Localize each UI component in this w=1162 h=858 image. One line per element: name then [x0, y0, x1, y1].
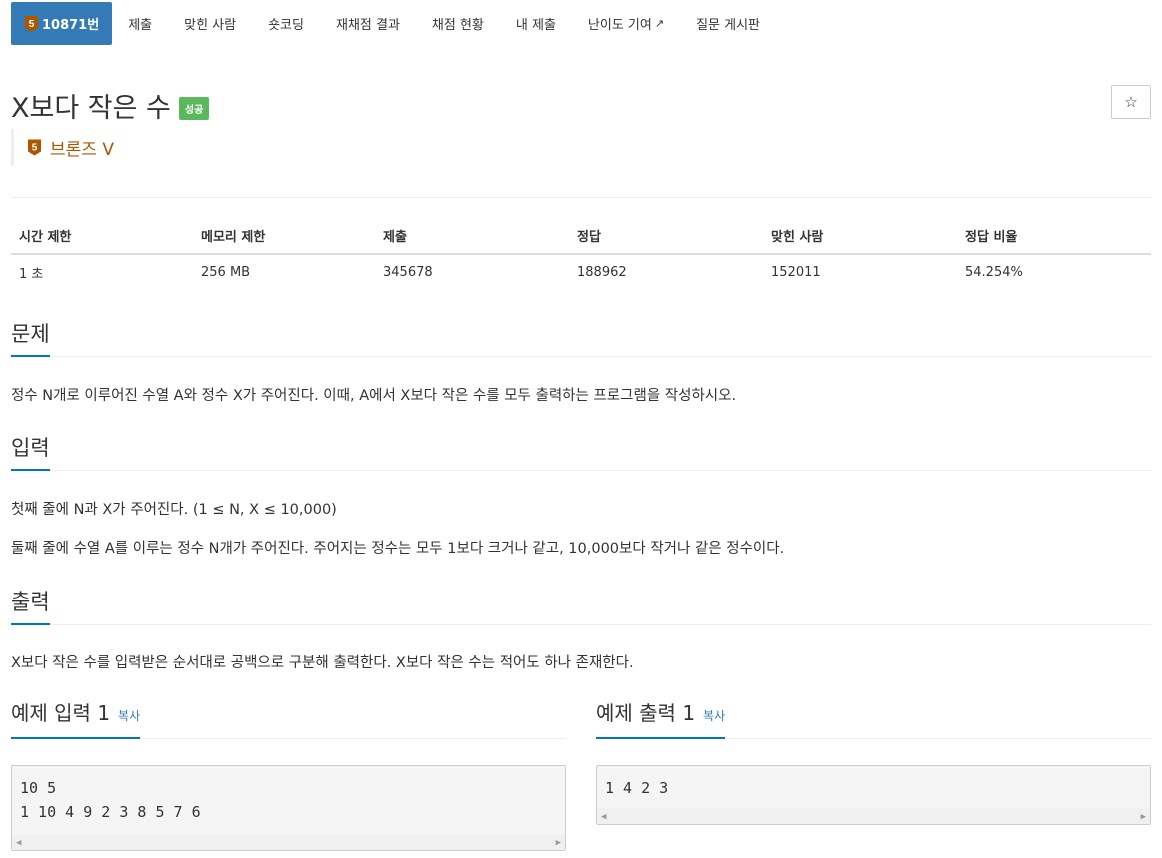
tab-problem[interactable]: 5 10871번: [11, 2, 113, 45]
divider: [11, 197, 1151, 198]
problem-info-table: 시간 제한 메모리 제한 제출 정답 맞힌 사람 정답 비율 1 초 256 M…: [11, 218, 1151, 290]
output-section: 출력 X보다 작은 수를 입력받은 순서대로 공백으로 구분해 출력한다. X보…: [11, 587, 1151, 673]
header-accepted: 정답: [569, 218, 763, 255]
description-text: 정수 N개로 이루어진 수열 A와 정수 X가 주어진다. 이때, A에서 X보…: [11, 388, 737, 404]
copy-button[interactable]: 복사: [703, 709, 725, 723]
scroll-left-icon[interactable]: ◀: [601, 812, 606, 822]
section-title: 출력: [11, 587, 50, 625]
star-button[interactable]: ☆: [1111, 85, 1151, 119]
tab-short-coding[interactable]: 숏코딩: [252, 2, 320, 45]
tab-label: 채점 현황: [431, 18, 484, 33]
tab-solved-users[interactable]: 맞힌 사람: [168, 2, 252, 45]
horizontal-scrollbar[interactable]: ◀ ▶: [12, 834, 565, 850]
section-header: 출력: [11, 587, 1151, 625]
sample-output-section: 예제 출력 1 복사 1 4 2 3 ◀ ▶: [596, 701, 1151, 826]
output-text: X보다 작은 수를 입력받은 순서대로 공백으로 구분해 출력한다. X보다 작…: [11, 655, 634, 671]
header-accept-ratio: 정답 비율: [957, 218, 1151, 255]
section-header: 예제 입력 1 복사: [11, 701, 566, 739]
tab-judge-status[interactable]: 채점 현황: [416, 2, 500, 45]
sample-input-section: 예제 입력 1 복사 10 5 1 10 4 9 2 3 8 5 7 6 ◀ ▶: [11, 701, 566, 851]
tab-question-board[interactable]: 질문 게시판: [680, 2, 776, 45]
scroll-right-icon[interactable]: ▶: [1141, 812, 1146, 822]
memory-limit-value: 256 MB: [201, 265, 251, 280]
tab-problem-label: 10871번: [42, 18, 100, 33]
submissions-value: 345678: [383, 265, 433, 280]
tier-number: 5: [29, 19, 35, 30]
section-header: 예제 출력 1 복사: [596, 701, 1151, 739]
accepted-value: 188962: [577, 265, 627, 280]
accept-ratio-value: 54.254%: [965, 265, 1023, 280]
header-submissions: 제출: [375, 218, 569, 255]
tab-difficulty-contribution[interactable]: 난이도 기여 ↗: [572, 2, 680, 45]
horizontal-scrollbar[interactable]: ◀ ▶: [597, 808, 1150, 824]
table-header-row: 시간 제한 메모리 제한 제출 정답 맞힌 사람 정답 비율: [11, 218, 1151, 255]
tab-label: 제출: [128, 18, 153, 33]
header-memory-limit: 메모리 제한: [193, 218, 375, 255]
header-time-limit: 시간 제한: [11, 218, 193, 255]
sample-input-title: 예제 입력 1: [11, 701, 111, 725]
tier-number: 5: [32, 143, 38, 154]
section-body: X보다 작은 수를 입력받은 순서대로 공백으로 구분해 출력한다. X보다 작…: [11, 625, 1151, 673]
time-limit-value: 1 초: [19, 267, 44, 282]
input-section: 입력 첫째 줄에 N과 X가 주어진다. (1 ≤ N, X ≤ 10,000)…: [11, 433, 1151, 559]
tab-submit[interactable]: 제출: [112, 2, 168, 45]
copy-button[interactable]: 복사: [118, 709, 140, 723]
section-header: 문제: [11, 319, 1151, 357]
section-title: 입력: [11, 433, 50, 471]
external-link-icon: ↗: [654, 17, 665, 30]
tab-label: 맞힌 사람: [184, 18, 237, 33]
sample-output-box[interactable]: 1 4 2 3 ◀ ▶: [596, 765, 1151, 825]
section-title: 예제 입력 1 복사: [11, 698, 141, 739]
tab-label: 난이도 기여: [587, 18, 652, 33]
input-line: 첫째 줄에 N과 X가 주어진다. (1 ≤ N, X ≤ 10,000): [11, 502, 337, 518]
status-badge: 성공: [178, 97, 210, 120]
sample-input-box[interactable]: 10 5 1 10 4 9 2 3 8 5 7 6 ◀ ▶: [11, 765, 566, 851]
section-body: 정수 N개로 이루어진 수열 A와 정수 X가 주어진다. 이때, A에서 X보…: [11, 357, 1151, 406]
sample-output-title: 예제 출력 1: [596, 701, 696, 725]
solved-users-value: 152011: [771, 265, 821, 280]
section-title: 문제: [11, 319, 50, 357]
sample-input-line: 10 5: [20, 779, 57, 797]
bronze-tier-icon: 5: [28, 139, 41, 156]
scroll-right-icon[interactable]: ▶: [556, 838, 561, 848]
input-line: 둘째 줄에 수열 A를 이루는 정수 N개가 주어진다. 주어지는 정수는 모두…: [11, 541, 785, 557]
table-row: 1 초 256 MB 345678 188962 152011 54.254%: [11, 254, 1151, 290]
section-title: 예제 출력 1 복사: [596, 698, 726, 739]
tab-label: 재채점 결과: [335, 18, 400, 33]
header-solved-users: 맞힌 사람: [763, 218, 957, 255]
scroll-left-icon[interactable]: ◀: [16, 838, 21, 848]
tab-rejudge-results[interactable]: 재채점 결과: [320, 2, 416, 45]
tab-my-submissions[interactable]: 내 제출: [500, 2, 572, 45]
tier-row: 5 브론즈 V: [11, 129, 114, 166]
sample-input-line: 1 10 4 9 2 3 8 5 7 6: [20, 803, 201, 821]
section-body: 첫째 줄에 N과 X가 주어진다. (1 ≤ N, X ≤ 10,000) 둘째…: [11, 471, 1151, 559]
problem-title-row: X보다 작은 수 성공: [11, 86, 210, 125]
problem-description-section: 문제 정수 N개로 이루어진 수열 A와 정수 X가 주어진다. 이때, A에서…: [11, 319, 1151, 406]
tab-label: 내 제출: [515, 18, 556, 33]
tab-label: 숏코딩: [268, 18, 304, 33]
problem-menu-tabs: 5 10871번 제출 맞힌 사람 숏코딩 재채점 결과 채점 현황 내 제출 …: [11, 2, 776, 45]
tier-name[interactable]: 브론즈 V: [50, 135, 114, 160]
tab-label: 질문 게시판: [696, 18, 761, 33]
sample-output-line: 1 4 2 3: [605, 779, 669, 797]
star-icon: ☆: [1124, 93, 1138, 111]
page-title: X보다 작은 수: [11, 93, 171, 124]
section-header: 입력: [11, 433, 1151, 471]
bronze-tier-icon: 5: [25, 15, 38, 32]
